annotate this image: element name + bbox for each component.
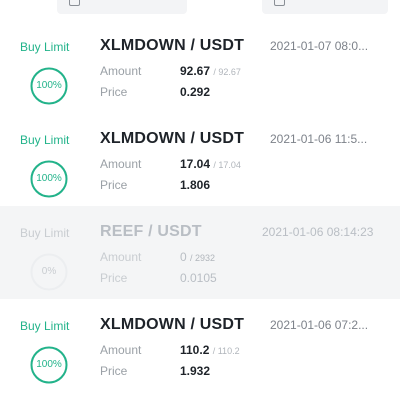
order-history-screen: Buy Limit 100% XLMDOWN / USDT 2021-01-07…: [0, 0, 400, 400]
order-item[interactable]: Buy Limit 100% XLMDOWN / USDT 2021-01-06…: [0, 299, 400, 392]
fill-progress-ring: 100%: [29, 345, 69, 385]
filled-amount: 17.04: [180, 157, 211, 171]
price-value: 1.806: [180, 178, 211, 192]
price-value: 0.0105: [180, 271, 217, 285]
amount-value: 92.67 / 92.67: [180, 64, 241, 78]
amount-value: 110.2 / 110.2: [180, 343, 240, 357]
fill-progress-ring: 100%: [29, 66, 69, 106]
start-date-field[interactable]: [57, 0, 187, 14]
filled-amount: 110.2: [180, 343, 210, 357]
order-time: 2021-01-06 11:5...: [270, 132, 368, 146]
filled-amount: 0: [180, 250, 187, 264]
price-label: Price: [100, 85, 128, 99]
order-time: 2021-01-07 08:0...: [270, 39, 369, 53]
order-type-label: Buy Limit: [20, 133, 70, 147]
fill-progress-ring: 100%: [29, 159, 69, 199]
total-amount: / 92.67: [213, 67, 241, 77]
filled-amount: 92.67: [180, 64, 211, 78]
amount-label: Amount: [100, 157, 142, 171]
order-time: 2021-01-06 07:2...: [270, 318, 369, 332]
calendar-icon: [274, 0, 285, 6]
total-amount: / 2932: [190, 253, 216, 263]
price-label: Price: [100, 271, 128, 285]
progress-percent: 100%: [36, 359, 62, 370]
amount-label: Amount: [100, 64, 142, 78]
trading-pair: REEF / USDT: [100, 223, 202, 240]
order-item[interactable]: Buy Limit 100% XLMDOWN / USDT 2021-01-07…: [0, 20, 400, 113]
order-time: 2021-01-06 08:14:23: [262, 225, 374, 239]
trading-pair: XLMDOWN / USDT: [100, 130, 245, 147]
price-value: 1.932: [180, 364, 211, 378]
order-type-label: Buy Limit: [20, 226, 70, 240]
progress-percent: 100%: [36, 173, 62, 184]
order-item-cancelled[interactable]: Buy Limit 0% REEF / USDT 2021-01-06 08:1…: [0, 206, 400, 299]
price-label: Price: [100, 178, 128, 192]
amount-value: 17.04 / 17.04: [180, 157, 241, 171]
order-type-label: Buy Limit: [20, 40, 70, 54]
progress-percent: 100%: [36, 80, 62, 91]
price-label: Price: [100, 364, 128, 378]
order-list: Buy Limit 100% XLMDOWN / USDT 2021-01-07…: [0, 20, 400, 392]
amount-label: Amount: [100, 343, 142, 357]
amount-value: 0 / 2932: [180, 250, 215, 264]
end-date-field[interactable]: [262, 0, 388, 14]
fill-progress-ring: 0%: [29, 252, 69, 292]
order-item[interactable]: Buy Limit 100% XLMDOWN / USDT 2021-01-06…: [0, 113, 400, 206]
total-amount: / 17.04: [213, 160, 241, 170]
amount-label: Amount: [100, 250, 142, 264]
trading-pair: XLMDOWN / USDT: [100, 316, 245, 333]
total-amount: / 110.2: [212, 346, 240, 356]
calendar-icon: [69, 0, 80, 6]
order-type-label: Buy Limit: [20, 319, 70, 333]
trading-pair: XLMDOWN / USDT: [100, 37, 245, 54]
date-filter-bar: [0, 0, 400, 16]
price-value: 0.292: [180, 85, 211, 99]
progress-percent: 0%: [41, 266, 57, 277]
